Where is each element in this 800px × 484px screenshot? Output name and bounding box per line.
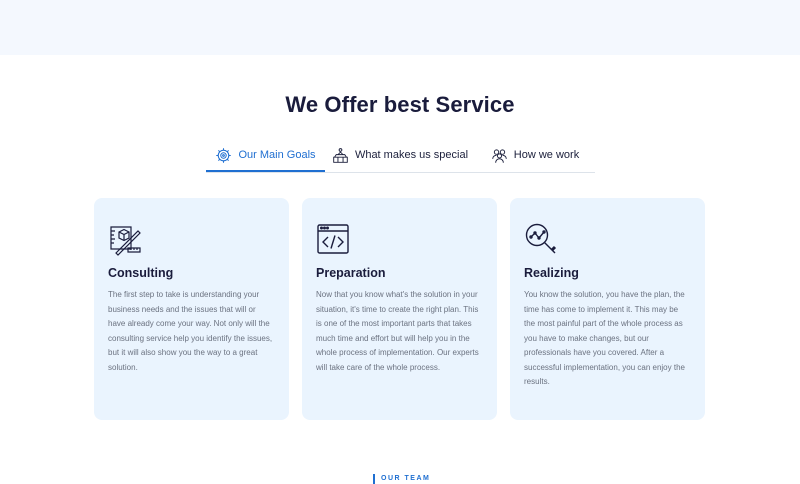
card-title: Realizing (524, 266, 579, 280)
card-text: The first step to take is understanding … (108, 290, 273, 372)
top-band (0, 0, 800, 55)
podium-icon (332, 147, 349, 164)
blueprint-tools-icon (108, 222, 142, 256)
card-consulting: Consulting The first step to take is und… (94, 198, 289, 420)
card-title: Preparation (316, 266, 386, 280)
tab-our-main-goals[interactable]: Our Main Goals (206, 140, 325, 172)
tab-how-we-work[interactable]: How we work (475, 140, 595, 170)
tab-label: Our Main Goals (238, 149, 316, 161)
card-title: Consulting (108, 266, 174, 280)
card-text: You know the solution, you have the plan… (524, 290, 685, 386)
team-section-label: OUR TEAM (373, 474, 430, 484)
magnifier-chart-icon (524, 222, 558, 256)
service-tabs: Our Main Goals What makes us special How… (206, 140, 595, 173)
gear-target-icon (215, 147, 232, 164)
tab-label: What makes us special (354, 149, 469, 161)
tab-label: How we work (513, 149, 580, 161)
section-title: We Offer best Service (285, 92, 515, 117)
card-preparation: Preparation Now that you know what's the… (302, 198, 497, 420)
team-icon (491, 147, 508, 164)
service-cards: Consulting The first step to take is und… (94, 198, 706, 420)
tab-what-makes-us-special[interactable]: What makes us special (325, 140, 475, 170)
card-text: Now that you know what's the solution in… (316, 290, 479, 372)
card-realizing: Realizing You know the solution, you hav… (510, 198, 705, 420)
code-window-icon (316, 222, 350, 256)
